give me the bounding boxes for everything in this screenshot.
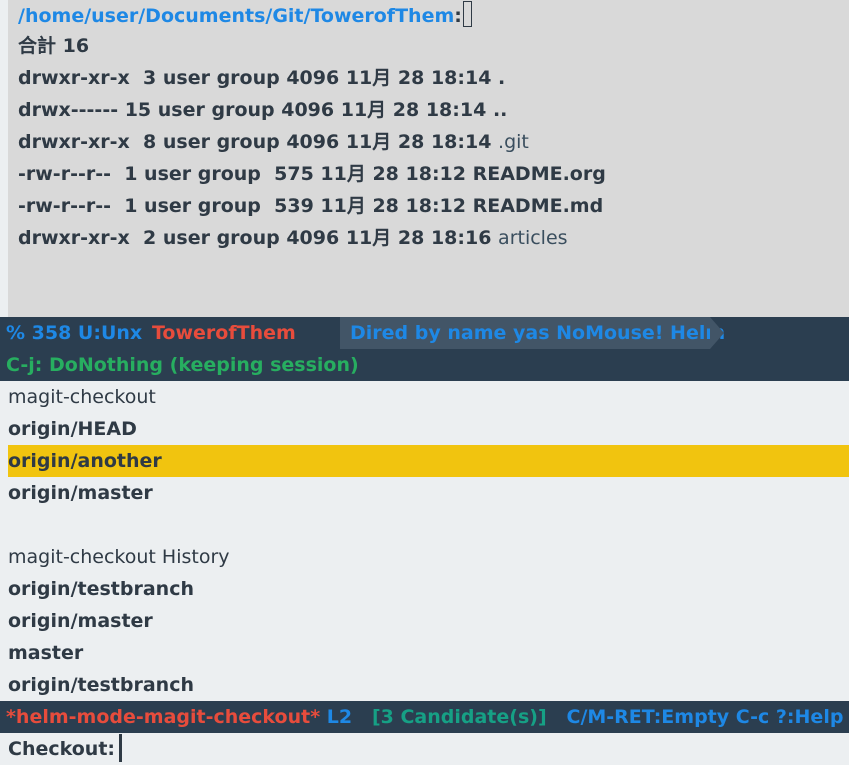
modeline-position: % 358 U:Unx	[6, 322, 143, 344]
dired-entry[interactable]: -rw-r--r-- 1 user group 575 11月 28 18:12…	[18, 158, 606, 190]
helm-candidate-count: [3 Candidate(s)]	[371, 706, 547, 728]
dired-buffer: /home/user/Documents/Git/TowerofThem: 合計…	[0, 0, 849, 317]
helm-candidate[interactable]: origin/HEAD	[8, 413, 849, 445]
helm-candidate[interactable]: origin/master	[8, 477, 849, 509]
dired-entry[interactable]: drwxr-xr-x 2 user group 4096 11月 28 18:1…	[18, 222, 568, 254]
entry-meta: -rw-r--r-- 1 user group 575 11月 28 18:12	[18, 163, 473, 185]
entry-name[interactable]: README.org	[473, 163, 606, 185]
text-cursor	[462, 1, 472, 27]
entry-name[interactable]: README.md	[473, 195, 604, 217]
entry-name[interactable]: articles	[498, 227, 568, 249]
helm-buffer-name: *helm-mode-magit-checkout*	[6, 706, 321, 728]
entry-name[interactable]: .git	[498, 131, 529, 153]
powerline-separator	[710, 317, 724, 349]
helm-source-title: magit-checkout	[8, 386, 156, 408]
entry-meta: drwxr-xr-x 8 user group 4096 11月 28 18:1…	[18, 131, 499, 153]
helm-help-hints: C/M-RET:Empty C-c ?:Help TA	[566, 706, 849, 728]
dired-path-suffix: :	[454, 5, 462, 27]
modeline-modes[interactable]: Dired by name yas NoMouse! Helm	[350, 317, 725, 349]
dired-entry[interactable]: -rw-r--r-- 1 user group 539 11月 28 18:12…	[18, 190, 603, 222]
dired-entry[interactable]: drwxr-xr-x 8 user group 4096 11月 28 18:1…	[18, 126, 529, 158]
entry-meta: drwxr-xr-x 2 user group 4096 11月 28 18:1…	[18, 227, 499, 249]
dired-total: 合計 16	[18, 35, 90, 57]
helm-candidate[interactable]: master	[8, 637, 849, 669]
entry-meta: -rw-r--r-- 1 user group 539 11月 28 18:12	[18, 195, 473, 217]
modeline-buffer-name[interactable]: TowerofThem	[152, 317, 296, 349]
entry-meta: drwxr-xr-x 3 user group 4096 11月 28 18:1…	[18, 67, 499, 89]
helm-mode-line: *helm-mode-magit-checkout* L2 [3 Candida…	[0, 701, 849, 733]
entry-meta: drwx------ 15 user group 4096 11月 28 18:…	[18, 99, 493, 121]
entry-name[interactable]: ..	[493, 99, 507, 121]
helm-source-title: magit-checkout History	[8, 546, 230, 568]
minibuffer-cursor	[119, 734, 123, 762]
powerline-separator	[322, 317, 336, 349]
helm-candidate[interactable]: origin/master	[8, 605, 849, 637]
helm-header-line: C-j: DoNothing (keeping session)	[0, 349, 849, 381]
helm-candidate[interactable]: origin/testbranch	[8, 669, 849, 701]
helm-line-indicator: L2	[326, 706, 353, 728]
minibuffer[interactable]: Checkout:	[0, 733, 849, 765]
dired-header-line: /home/user/Documents/Git/TowerofThem:	[18, 0, 472, 32]
dired-mode-line: % 358 U:Unx TowerofThem Dired by name ya…	[0, 317, 849, 349]
helm-candidate-selected[interactable]: origin/another	[8, 445, 849, 477]
entry-name[interactable]: .	[498, 67, 505, 89]
helm-candidate[interactable]: origin/testbranch	[8, 573, 849, 605]
dired-entry[interactable]: drwx------ 15 user group 4096 11月 28 18:…	[18, 94, 507, 126]
dired-entry[interactable]: drwxr-xr-x 3 user group 4096 11月 28 18:1…	[18, 62, 505, 94]
left-fringe	[0, 0, 8, 317]
dired-path[interactable]: /home/user/Documents/Git/TowerofThem	[18, 5, 454, 27]
minibuffer-prompt: Checkout:	[8, 738, 116, 760]
